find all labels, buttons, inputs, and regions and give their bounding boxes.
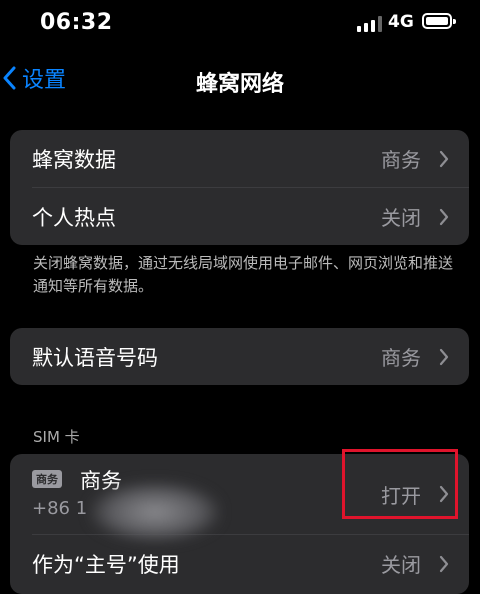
network-type: 4G (388, 12, 414, 32)
signal-icon (357, 16, 382, 32)
sim-number: +86 1 (32, 498, 88, 519)
cellular-data-value: 商务 (381, 148, 421, 172)
default-voice-number-row[interactable]: 默认语音号码 商务 (10, 328, 469, 385)
sim-badge: 商务 (32, 470, 62, 488)
cellular-data-label: 蜂窝数据 (32, 147, 116, 172)
status-bar: 06:32 4G (0, 0, 480, 46)
status-time: 06:32 (40, 10, 113, 35)
default-voice-number-label: 默认语音号码 (32, 345, 158, 370)
chevron-right-icon (439, 208, 449, 225)
default-voice-number-value: 商务 (381, 346, 421, 370)
battery-icon (422, 13, 456, 29)
cellular-settings-group: 蜂窝数据 商务 个人热点 关闭 (10, 130, 469, 245)
personal-hotspot-label: 个人热点 (32, 205, 116, 230)
chevron-right-icon (439, 555, 449, 572)
personal-hotspot-row[interactable]: 个人热点 关闭 (10, 188, 469, 245)
navigation-bar: 设置 蜂窝网络 (0, 52, 480, 104)
page-title: 蜂窝网络 (195, 72, 284, 97)
use-as-primary-row[interactable]: 作为“主号”使用 关闭 (10, 535, 469, 592)
chevron-right-icon (439, 150, 449, 167)
voice-number-group: 默认语音号码 商务 (10, 328, 469, 385)
chevron-right-icon (439, 348, 449, 365)
redaction-blur (90, 482, 220, 542)
sim-section-header: SIM 卡 (33, 428, 80, 446)
cellular-data-footnote: 关闭蜂窝数据，通过无线局域网使用电子邮件、网页浏览和推送通知等所有数据。 (33, 254, 454, 295)
cellular-data-row[interactable]: 蜂窝数据 商务 (10, 130, 469, 187)
use-as-primary-value: 关闭 (381, 553, 421, 577)
use-as-primary-label: 作为“主号”使用 (32, 552, 180, 577)
personal-hotspot-value: 关闭 (381, 206, 421, 230)
highlight-box (342, 449, 458, 519)
